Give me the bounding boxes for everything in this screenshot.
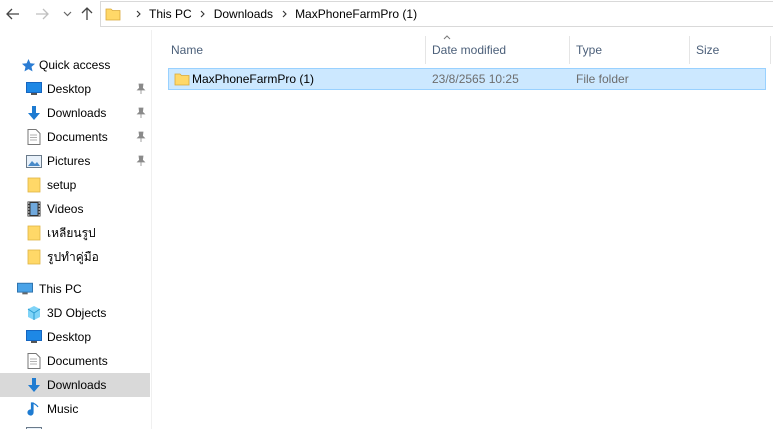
sidebar-item-label: Music [47,402,79,416]
document-icon [26,129,42,145]
back-button[interactable] [5,6,21,22]
sidebar-item-label: setup [47,178,77,192]
film-icon [26,201,42,217]
pin-icon[interactable] [136,107,146,119]
breadcrumb-chevron-icon[interactable] [198,10,208,18]
pane-divider[interactable] [151,30,152,429]
sidebar-item-documents-pc[interactable]: Documents [0,349,150,373]
navigation-pane: Quick access Desktop Downloads Documents… [0,30,151,429]
pictures-icon [26,153,42,169]
sidebar-item-desktop[interactable]: Desktop [0,77,150,101]
music-note-icon [26,401,42,417]
sidebar-item-label: รูปทำคู่มือ [47,249,99,264]
column-header-date-modified[interactable]: Date modified [426,36,569,64]
forward-button[interactable] [34,6,50,22]
download-arrow-icon [26,377,42,393]
recent-locations-button[interactable] [59,6,75,22]
up-button[interactable] [79,6,95,22]
address-toolbar: This PC Downloads MaxPhoneFarmPro (1) [0,0,773,30]
star-icon [20,57,36,73]
desktop-icon [26,81,42,97]
sidebar-item-label: Documents [47,354,108,368]
pictures-icon [26,425,42,429]
sidebar-item-label: Documents [47,130,108,144]
up-arrow-icon [81,7,93,20]
sidebar-item-setup[interactable]: setup [0,173,150,197]
sidebar-item-documents[interactable]: Documents [0,125,150,149]
folder-icon [174,69,190,89]
sidebar-item-label: เหลียนรูป [47,225,96,240]
desktop-icon [26,329,42,345]
breadcrumb-downloads[interactable]: Downloads [212,7,275,21]
folder-icon [26,177,42,193]
folder-icon [26,225,42,241]
sidebar-item-pictures[interactable]: Pictures [0,149,150,173]
sidebar-item-label: Downloads [47,378,107,392]
sidebar-item-label: Desktop [47,330,92,344]
folder-icon [26,249,42,265]
column-header-name[interactable]: Name [165,36,425,64]
column-header-type[interactable]: Type [570,36,689,64]
sidebar-item-3d-objects[interactable]: 3D Objects [0,301,150,325]
chevron-down-icon [63,11,71,17]
computer-icon [17,281,33,297]
sidebar-item-videos[interactable]: Videos [0,197,150,221]
sidebar-item-downloads[interactable]: Downloads [0,101,150,125]
download-arrow-icon [26,105,42,121]
sidebar-item-desktop-pc[interactable]: Desktop [0,325,150,349]
pin-icon[interactable] [136,155,146,167]
sidebar-item-label: Desktop [47,82,92,96]
back-arrow-icon [6,8,19,20]
file-date-modified: 23/8/2565 10:25 [432,72,519,86]
forward-arrow-icon [36,8,49,20]
sidebar-item-label: Pictures [47,154,91,168]
sidebar-item-folder-thai-1[interactable]: เหลียนรูป [0,221,150,245]
document-icon [26,353,42,369]
quick-access-label: Quick access [39,58,111,72]
column-resize-handle[interactable] [770,36,771,64]
file-row-selected[interactable]: MaxPhoneFarmPro (1) 23/8/2565 10:25 File… [168,68,766,90]
file-type: File folder [576,72,629,86]
this-pc-label: This PC [39,282,82,296]
column-headers: Name Date modified Type Size [152,35,773,64]
sidebar-item-music[interactable]: Music [0,397,150,421]
quick-access-header[interactable]: Quick access [0,53,150,77]
address-bar[interactable]: This PC Downloads MaxPhoneFarmPro (1) [100,1,773,27]
breadcrumb-current-folder[interactable]: MaxPhoneFarmPro (1) [293,7,419,21]
sidebar-item-label: 3D Objects [47,306,107,320]
sidebar-item-partial[interactable] [0,421,150,429]
pin-icon[interactable] [136,83,146,95]
pin-icon[interactable] [136,131,146,143]
sidebar-item-downloads-pc[interactable]: Downloads [0,373,150,397]
breadcrumb-chevron-icon[interactable] [279,10,289,18]
this-pc-header[interactable]: This PC [0,277,150,301]
breadcrumb-this-pc[interactable]: This PC [147,7,194,21]
sidebar-item-folder-thai-2[interactable]: รูปทำคู่มือ [0,245,150,269]
file-name: MaxPhoneFarmPro (1) [192,72,315,86]
cube-icon [26,305,42,321]
column-header-size[interactable]: Size [690,36,770,64]
breadcrumb-chevron-icon[interactable] [133,10,143,18]
sidebar-item-label: Videos [47,202,84,216]
sidebar-item-label: Downloads [47,106,107,120]
folder-icon [105,8,121,21]
